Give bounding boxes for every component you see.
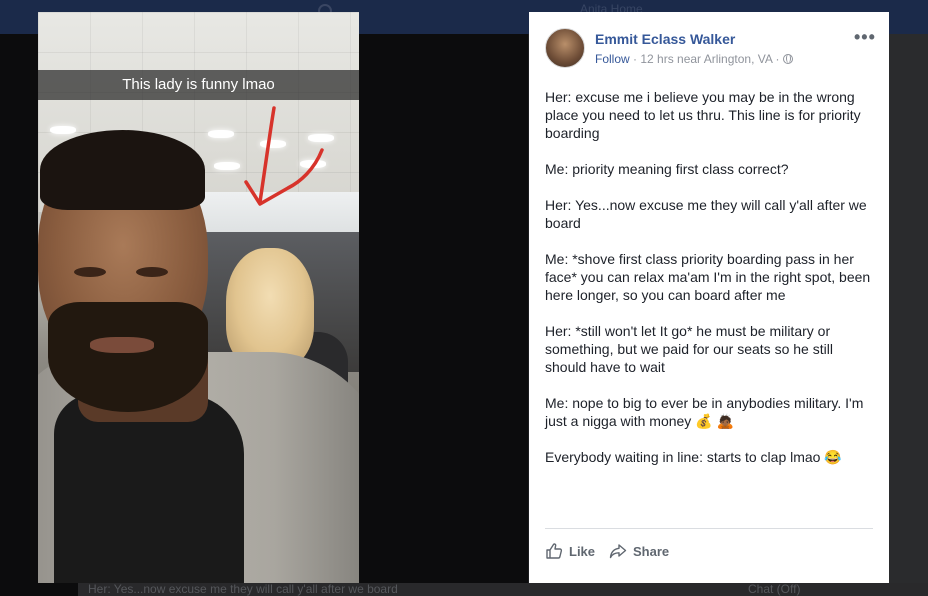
post-meta: Follow · 12 hrs near Arlington, VA · <box>595 52 793 66</box>
author-name-link[interactable]: Emmit Eclass Walker <box>595 31 735 47</box>
post-timestamp-location[interactable]: · 12 hrs near Arlington, VA · <box>630 52 783 66</box>
background-overlay-right <box>889 34 928 596</box>
follow-link[interactable]: Follow <box>595 52 630 66</box>
like-button[interactable]: Like <box>545 542 595 560</box>
share-arrow-icon <box>609 544 627 559</box>
background-post-text: Her: Yes...now excuse me they will call … <box>78 583 928 596</box>
post-photo[interactable]: This lady is funny lmao <box>38 12 359 583</box>
post-paragraph: Me: priority meaning first class correct… <box>545 161 789 177</box>
post-paragraph: Me: *shove first class priority boarding… <box>545 251 871 303</box>
snapchat-caption: This lady is funny lmao <box>38 70 359 100</box>
post-paragraph: Her: *still won't let It go* he must be … <box>545 323 833 375</box>
post-panel: Emmit Eclass Walker Follow · 12 hrs near… <box>529 12 889 583</box>
post-text: Her: excuse me i believe you may be in t… <box>545 88 875 484</box>
actions-divider <box>545 528 873 529</box>
chat-off-label: Chat (Off) <box>748 582 801 596</box>
like-label: Like <box>569 543 596 559</box>
author-avatar[interactable] <box>545 28 585 68</box>
more-horizontal-icon[interactable]: ••• <box>854 27 876 48</box>
share-button[interactable]: Share <box>609 542 669 560</box>
post-paragraph: Me: nope to big to ever be in anybodies … <box>545 395 864 429</box>
post-paragraph: Her: excuse me i believe you may be in t… <box>545 89 861 141</box>
thumbs-up-icon <box>546 543 563 559</box>
share-label: Share <box>633 543 670 559</box>
post-paragraph: Everybody waiting in line: starts to cla… <box>545 449 842 465</box>
post-paragraph: Her: Yes...now excuse me they will call … <box>545 197 867 231</box>
globe-icon[interactable] <box>782 54 793 64</box>
